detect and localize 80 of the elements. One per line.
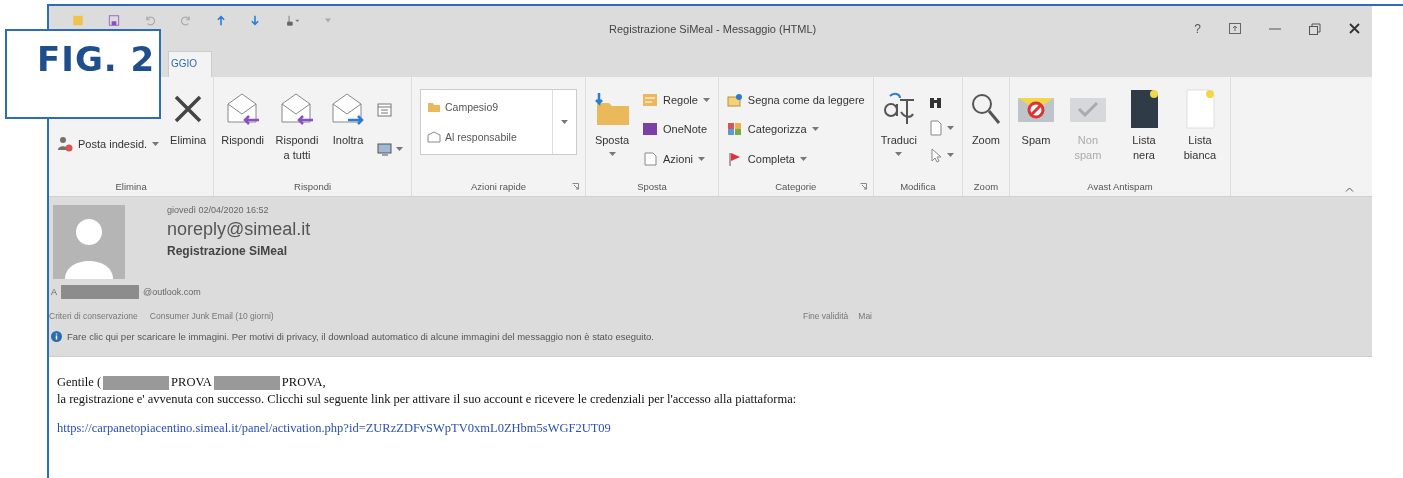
ribbon-button[interactable]: OneNote [640,120,712,139]
redaction-bar [213,375,280,390]
ribbon-button[interactable]: Rispondi a tutti [271,81,323,178]
ribbon-button[interactable]: Posta indesid. [55,134,162,154]
greeting-text: PROVA [171,375,212,390]
sender-address[interactable]: noreply@simeal.it [167,219,1372,240]
restore-icon[interactable] [1309,22,1321,35]
color-grid-icon [726,122,743,137]
message-paragraph: la registrazione e' avvenuta con successo. Clicchi sul seguente link per attivare il suo account e ricevere le credenziali per l'accesso alla piattaforma: [57,392,798,407]
document-icon[interactable] [927,120,944,137]
envelope-arrow-icon [224,92,261,126]
info-icon [51,331,62,342]
ribbon-button[interactable]: Completa [724,150,867,169]
ribbon-button[interactable]: Regole [640,90,712,109]
retention-label: Criteri di conservazione [49,311,138,321]
group-label: Categorie [775,181,817,192]
binoculars-icon[interactable] [927,96,944,111]
down-arrow-icon[interactable] [249,15,261,26]
info-bar-text[interactable]: Fare clic qui per scaricare le immagini. Per motivi di privacy, il download automatico di alcune immagini del messaggio non è stato eseguito. [67,331,654,342]
redo-icon[interactable] [179,15,193,26]
greeting-text: Gentile ( [57,375,102,390]
ribbon-button[interactable]: Azioni [640,150,712,169]
folder-icon [593,91,631,127]
group-label: Avast Antispam [1087,181,1153,192]
undo-icon[interactable] [143,15,157,26]
ribbon-display-icon[interactable] [1229,23,1241,34]
ribbon-button[interactable]: Lista nera [1117,81,1170,178]
ribbon-button[interactable]: Segna come da leggere [724,90,867,109]
collapse-icon[interactable] [1345,187,1354,192]
launcher-icon[interactable] [859,183,867,190]
dark-page-icon [1128,89,1159,129]
envelope-arrow-icon [330,92,366,126]
to-label: A [51,287,57,297]
group-label: Zoom [973,181,999,192]
group-label: Sposta [637,181,667,192]
monitor-icon[interactable] [377,141,393,156]
group-label: Elimina [115,181,147,192]
ribbon-tab[interactable]: GGIO [168,51,213,77]
caret-icon [946,152,954,157]
ribbon-button[interactable]: Zoom [966,81,1005,178]
page-icon [1184,89,1215,129]
expiry-value: Mai [858,311,872,321]
document-icon [642,152,658,167]
minimize-icon[interactable] [1269,27,1281,30]
ribbon-button[interactable]: Lista bianca [1173,81,1226,178]
ribbon-button[interactable]: Inoltra [327,81,369,178]
folder-icon [427,101,441,113]
search-icon [969,92,1002,126]
quick-step[interactable]: Al responsabile [425,129,548,145]
ribbon-button[interactable]: Elimina [167,81,210,178]
greeting-text: PROVA, [281,375,326,390]
envelope-arrow-icon [279,92,315,126]
group-label: Modifica [900,181,936,192]
ribbon-button[interactable]: Sposta [590,81,634,178]
launcher-icon[interactable] [572,183,579,190]
help-button[interactable]: ? [1194,21,1201,36]
close-icon[interactable] [1349,23,1360,34]
message-date: giovedì 02/04/2020 16:52 [167,205,270,215]
up-arrow-icon[interactable] [215,15,227,26]
caret-icon [396,146,403,151]
calendar-icon[interactable] [377,103,393,118]
group-label: Azioni rapide [471,181,526,192]
ribbon-button[interactable]: Categorizza [724,120,867,139]
caret-icon [561,120,568,124]
activation-link[interactable]: https://carpanetopiacentino.simeal.it/panel/activation.php?id=ZURzZDFvSWpTV0xmL0ZHbm5sWGF2UT09 [57,421,611,436]
message-subject: Registrazione SiMeal [167,244,289,258]
expiry-label: Fine validità [802,311,849,321]
retention-value: Consumer Junk Email (10 giorni) [149,311,274,321]
figure-label: FIG. 2 [5,29,161,119]
caret-icon [946,126,954,131]
group-label: Rispondi [294,181,332,192]
ribbon-button[interactable]: Traduci [877,81,920,178]
person-icon [57,136,73,152]
redaction-bar [103,375,170,390]
window-title: Registrazione SiMeal - Messaggio (HTML) [608,22,818,35]
ribbon-button[interactable]: Spam [1013,81,1058,178]
translate-icon [881,92,916,126]
recipient-domain: @outlook.com [143,287,201,297]
quick-step[interactable]: Campesio9 [425,99,548,115]
ribbon-button[interactable]: Rispondi [218,81,267,178]
